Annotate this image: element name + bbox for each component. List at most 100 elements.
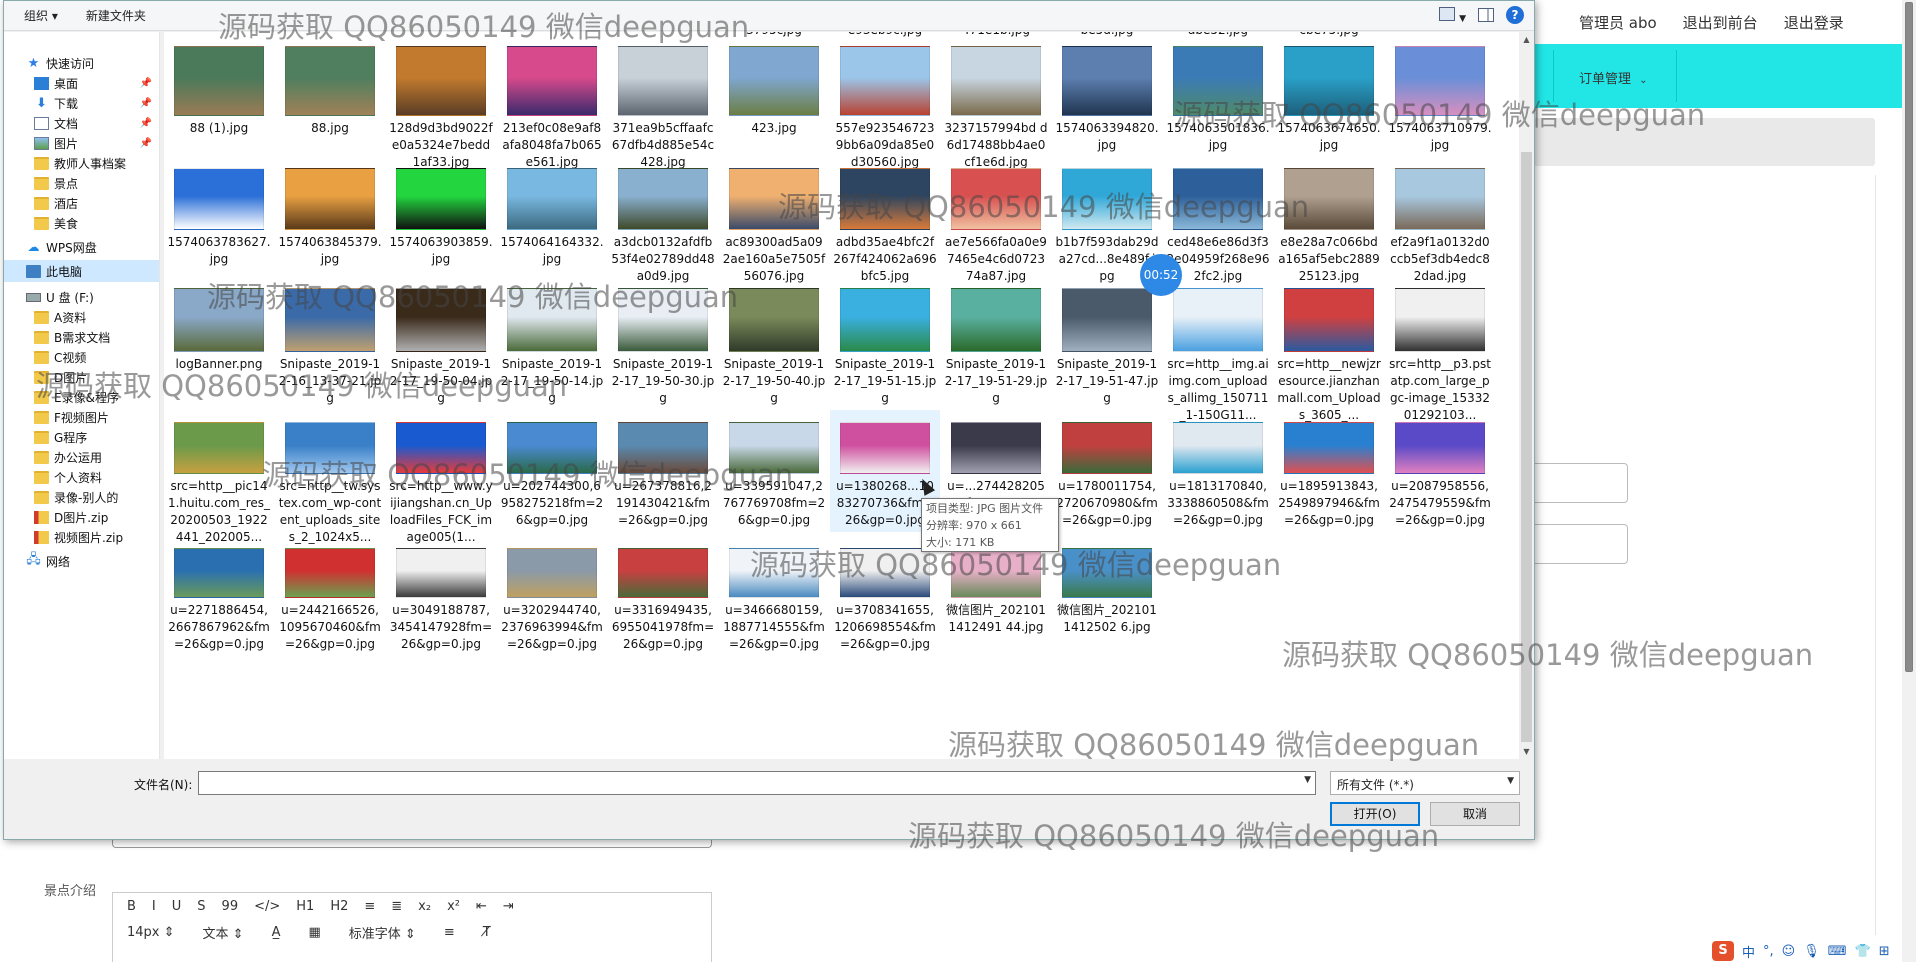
file-item[interactable]: 88 (1).jpg: [164, 38, 274, 160]
editor-tool-2-icon[interactable]: U: [172, 899, 182, 914]
file-item[interactable]: 1574063674650.jpg: [1274, 38, 1384, 160]
nav-item[interactable]: 美食: [4, 212, 159, 234]
ime-punct-icon[interactable]: °,: [1763, 944, 1774, 959]
file-item[interactable]: u=3708341655,1206698554&fm=26&gp=0.jpg: [830, 538, 940, 656]
editor-tool-9-icon[interactable]: ≣: [391, 899, 402, 914]
file-item[interactable]: Snipaste_2019-12-17_19-50-30.jpg: [608, 286, 718, 408]
editor-tool-10-icon[interactable]: x₂: [418, 899, 431, 914]
font-family-select[interactable]: 标准字体 ⇕: [349, 923, 416, 942]
file-item[interactable]: 微信图片_2021011412491 44.jpg: [941, 538, 1051, 656]
file-item[interactable]: u=3316949435,6955041978fm=26&gp=0.jpg: [608, 538, 718, 656]
file-item[interactable]: u=2087958556,2475479559&fm=26&gp=0.jpg: [1385, 410, 1495, 532]
file-item[interactable]: 微信图片_2021011412502 6.jpg: [1052, 538, 1162, 656]
nav-item[interactable]: U 盘 (F:): [4, 286, 159, 308]
file-item[interactable]: u=267378816,2191430421&fm=26&gp=0.jpg: [608, 410, 718, 532]
page-scrollbar-thumb[interactable]: [1905, 2, 1913, 672]
clothes-icon[interactable]: 👕: [1855, 944, 1871, 959]
chevron-down-icon[interactable]: ▼: [1304, 775, 1311, 785]
ime-language[interactable]: 中: [1742, 942, 1755, 961]
nav-item[interactable]: B需求文档: [4, 326, 159, 348]
nav-item[interactable]: C视频: [4, 346, 159, 368]
file-item[interactable]: 371ea9b5cffaafc67dfb4d885e54c428.jpg: [608, 38, 718, 169]
file-item[interactable]: u=3202944740,2376963994&fm=26&gp=0.jpg: [497, 538, 607, 656]
file-item[interactable]: u=1813170840,3338860508&fm=26&gp=0.jpg: [1163, 410, 1273, 532]
font-color-icon[interactable]: A̲: [272, 925, 281, 940]
file-item[interactable]: Snipaste_2019-12-17_19-50-40.jpg: [719, 286, 829, 408]
nav-item[interactable]: G程序: [4, 426, 159, 448]
editor-tool-3-icon[interactable]: S: [197, 899, 205, 914]
file-item[interactable]: 557e923546723 9bb6a09da85e0d30560.jpg: [830, 38, 940, 169]
cancel-button[interactable]: 取消: [1430, 802, 1520, 826]
file-item[interactable]: 88.jpg: [275, 38, 385, 160]
file-item[interactable]: logBanner.png: [164, 286, 274, 408]
nav-item[interactable]: 办公运用: [4, 446, 159, 468]
scroll-up-icon[interactable]: ▲: [1519, 32, 1534, 47]
nav-item[interactable]: 酒店: [4, 192, 159, 214]
file-item[interactable]: src=http__www.yijiangshan.cn_UploadFiles…: [386, 410, 496, 544]
nav-item[interactable]: 🖧 网络: [4, 550, 159, 572]
file-item[interactable]: 1574064164332.jpg: [497, 162, 607, 284]
file-item[interactable]: u=3466680159,1887714555&fm=26&gp=0.jpg: [719, 538, 829, 656]
file-item[interactable]: e8e28a7c066bda165af5ebc288925123.jpg: [1274, 162, 1384, 284]
file-item[interactable]: u=2271886454,2667867962&fm=26&gp=0.jpg: [164, 538, 274, 656]
file-item[interactable]: 1574063903859.jpg: [386, 162, 496, 284]
file-item[interactable]: u=2442166526,1095670460&fm=26&gp=0.jpg: [275, 538, 385, 656]
nav-item[interactable]: 教师人事档案: [4, 152, 159, 174]
file-item[interactable]: 213ef0c08e9af8afa8048fa7b065e561.jpg: [497, 38, 607, 169]
nav-item[interactable]: E录像&程序: [4, 386, 159, 408]
nav-item[interactable]: ☁ WPS网盘: [4, 236, 159, 258]
rich-text-editor[interactable]: B I U S 99 </> H1 H2 ≡ ≣ x₂ x² ⇤ ⇥ 14px ⇕ 文本 ⇕ A̲ ▦ 标…: [112, 892, 712, 962]
nav-item[interactable]: D图片.zip: [4, 506, 159, 528]
file-item[interactable]: Snipaste_2019-12-17_19-51-29.jpg: [941, 286, 1051, 408]
nav-item[interactable]: 个人资料: [4, 466, 159, 488]
file-item[interactable]: u=3049188787,3454147928fm=26&gp=0.jpg: [386, 538, 496, 656]
form-input[interactable]: [1530, 524, 1628, 564]
scrollbar-thumb[interactable]: [1521, 152, 1532, 742]
file-item[interactable]: Snipaste_2019-12-16_13-37-21.jpg: [275, 286, 385, 408]
open-button[interactable]: 打开(O): [1330, 802, 1420, 826]
form-input[interactable]: [1530, 463, 1628, 503]
sogou-ime-icon[interactable]: S: [1712, 941, 1734, 961]
file-item[interactable]: Snipaste_2019-12-17_19-51-47.jpg: [1052, 286, 1162, 408]
page-scrollbar[interactable]: [1902, 0, 1916, 962]
file-item[interactable]: 1574063845379.jpg: [275, 162, 385, 284]
editor-tool-7-icon[interactable]: H2: [330, 899, 348, 914]
file-item[interactable]: 128d9d3bd9022fe0a5324e7bedd1af33.jpg: [386, 38, 496, 169]
nav-item[interactable]: F视频图片: [4, 406, 159, 428]
file-item[interactable]: 3237157994bd d6d17488bb4ae0cf1e6d.jpg: [941, 38, 1051, 169]
file-item[interactable]: 1574063394820.jpg: [1052, 38, 1162, 160]
editor-tool-12-icon[interactable]: ⇤: [476, 899, 487, 914]
logout-link[interactable]: 退出登录: [1784, 12, 1844, 33]
new-folder-button[interactable]: 新建文件夹: [86, 7, 146, 24]
mic-icon[interactable]: 🎙: [1803, 944, 1820, 959]
nav-item[interactable]: A资料: [4, 306, 159, 328]
align-icon[interactable]: ≡: [444, 925, 455, 940]
highlight-icon[interactable]: ▦: [308, 925, 320, 940]
clear-format-icon[interactable]: T̸: [483, 925, 491, 940]
file-item[interactable]: ae7e566fa0a0e97465e4c6d072374a87.jpg: [941, 162, 1051, 284]
file-item[interactable]: ef2a9f1a0132d0ccb5ef3db4edc82dad.jpg: [1385, 162, 1495, 284]
nav-item[interactable]: ★ 快速访问: [4, 52, 159, 74]
file-item[interactable]: Snipaste_2019-12-17_19-50-04.jpg: [386, 286, 496, 408]
file-item[interactable]: u=202744300,6958275218fm=26&gp=0.jpg: [497, 410, 607, 532]
editor-tool-11-icon[interactable]: x²: [447, 899, 460, 914]
file-item[interactable]: u=1895913843,2549897946&fm=26&gp=0.jpg: [1274, 410, 1384, 532]
help-icon[interactable]: ?: [1506, 6, 1524, 24]
file-type-select[interactable]: 所有文件 (*.*) ▼: [1330, 771, 1520, 795]
nav-item[interactable]: ⬇ 下载 📌: [4, 92, 159, 114]
nav-item[interactable]: 此电脑: [4, 260, 159, 282]
editor-tool-0-icon[interactable]: B: [127, 899, 136, 914]
file-item[interactable]: src=http__newjzresource.jianzhanmall.com…: [1274, 286, 1384, 422]
font-size-select[interactable]: 14px ⇕: [127, 925, 175, 940]
editor-tool-8-icon[interactable]: ≡: [364, 899, 375, 914]
nav-item[interactable]: D图片: [4, 366, 159, 388]
file-item[interactable]: Snipaste_2019-12-17_19-50-14.jpg: [497, 286, 607, 408]
file-item[interactable]: 1574063501836.jpg: [1163, 38, 1273, 160]
file-list-scrollbar[interactable]: ▲ ▼: [1519, 32, 1534, 759]
text-style-select[interactable]: 文本 ⇕: [203, 923, 244, 942]
nav-item[interactable]: 文档 📌: [4, 112, 159, 134]
file-item[interactable]: Snipaste_2019-12-17_19-51-15.jpg: [830, 286, 940, 408]
editor-tool-1-icon[interactable]: I: [152, 899, 156, 914]
file-item[interactable]: u=1780011754,2720670980&fm=26&gp=0.jpg: [1052, 410, 1162, 532]
file-item[interactable]: adbd35ae4bfc2f267f424062a696bfc5.jpg: [830, 162, 940, 284]
